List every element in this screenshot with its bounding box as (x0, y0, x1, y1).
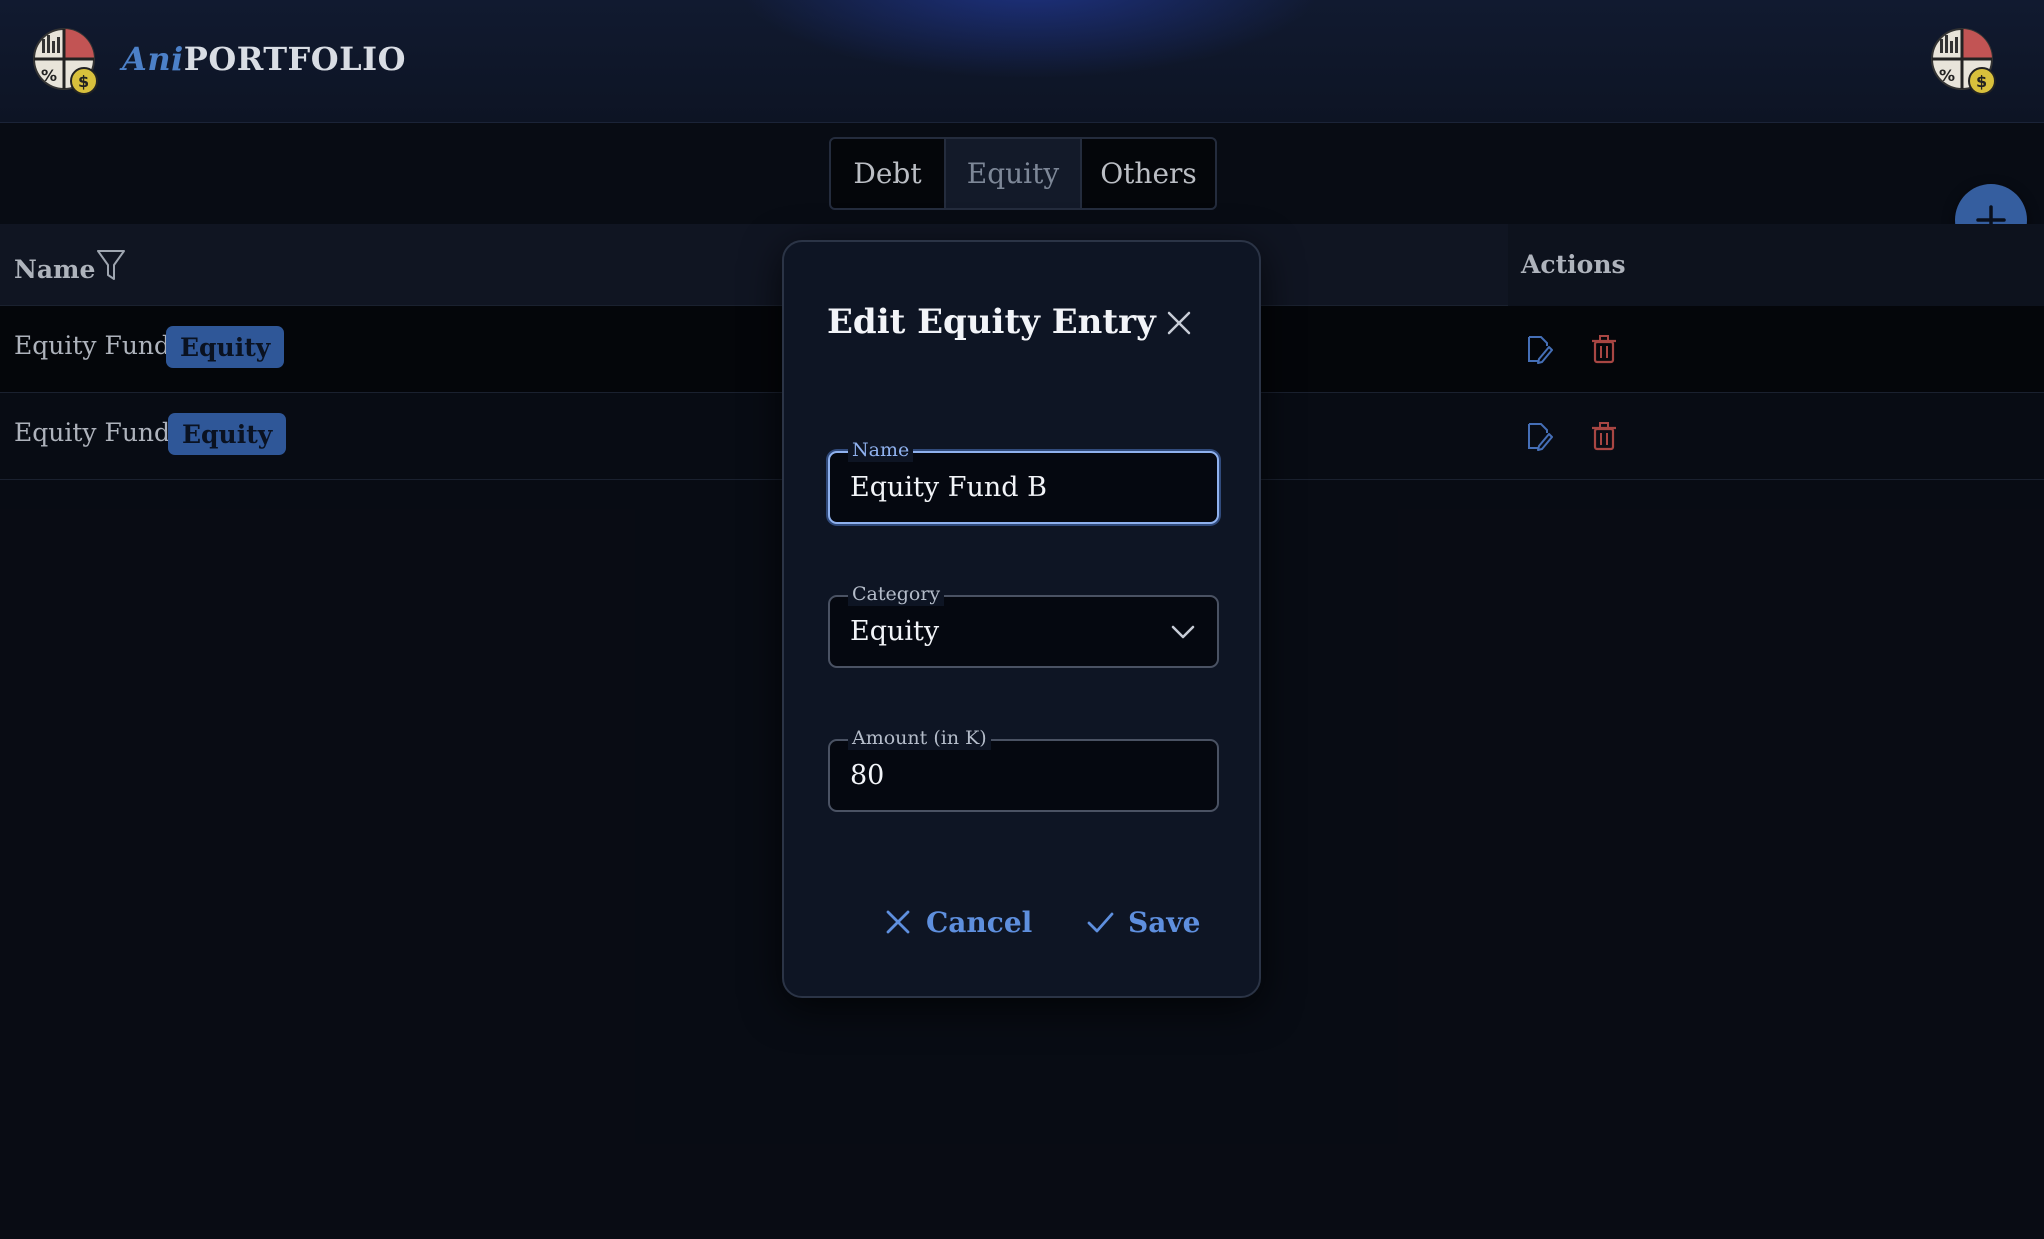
amount-input[interactable] (850, 741, 1180, 810)
svg-text:$: $ (1976, 72, 1987, 91)
svg-text:%: % (1939, 66, 1955, 85)
save-button-label: Save (1128, 905, 1201, 939)
dialog-title: Edit Equity Entry (827, 302, 1156, 342)
brand-prefix: Ani (122, 40, 184, 78)
close-icon (886, 910, 910, 934)
svg-text:%: % (41, 66, 57, 85)
svg-text:$: $ (78, 72, 89, 91)
category-select-value[interactable]: Equity (850, 597, 1180, 666)
brand-suffix: PORTFOLIO (183, 40, 406, 78)
app-brand: AniPORTFOLIO (122, 40, 406, 78)
category-field[interactable]: Category Equity (828, 582, 1219, 668)
name-field: Name (828, 438, 1219, 524)
app-header: % $ AniPORTFOLIO % $ (0, 0, 2044, 123)
edit-entry-dialog: Edit Equity Entry Name Category Equity A… (782, 240, 1261, 998)
check-icon (1087, 912, 1114, 933)
profile-logo-icon[interactable]: % $ (1928, 25, 2000, 97)
cancel-button-label: Cancel (926, 905, 1033, 939)
close-icon[interactable] (1164, 308, 1194, 338)
save-button[interactable]: Save (1086, 897, 1200, 947)
amount-field: Amount (in K) (828, 726, 1219, 812)
cancel-button[interactable]: Cancel (884, 897, 1032, 947)
app-page: % $ AniPORTFOLIO % $ Debt Equity Others (0, 0, 2044, 1239)
portfolio-logo-icon[interactable]: % $ (30, 25, 102, 97)
chevron-down-icon[interactable] (1169, 620, 1197, 644)
name-input[interactable] (850, 453, 1180, 522)
